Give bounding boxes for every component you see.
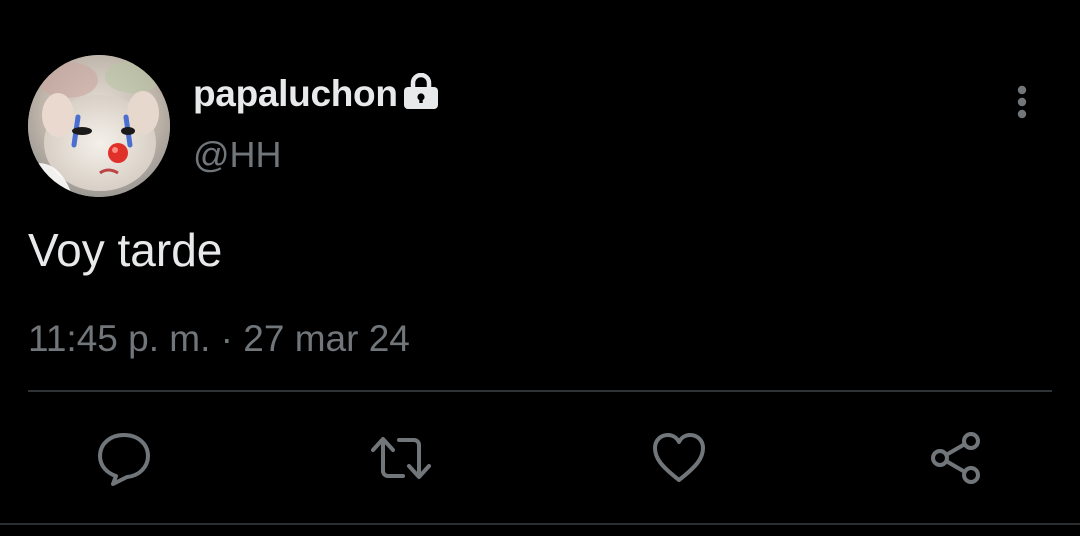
tweet-timestamp[interactable]: 11:45 p. m. · 27 mar 24 (28, 316, 410, 362)
tweet-time: 11:45 p. m. (28, 318, 211, 359)
author-display-name[interactable]: papaluchon (193, 72, 398, 116)
like-button[interactable] (649, 428, 709, 488)
retweet-icon (371, 437, 431, 479)
lock-icon (402, 72, 440, 109)
heart-icon (653, 433, 705, 482)
author-handle[interactable]: @HH (193, 134, 282, 176)
more-options-button[interactable] (1006, 82, 1038, 124)
speech-bubble-icon (98, 433, 150, 486)
reply-button[interactable] (94, 428, 154, 488)
divider (28, 390, 1052, 392)
retweet-button[interactable] (369, 428, 431, 488)
share-icon (931, 432, 980, 484)
share-button[interactable] (926, 428, 986, 488)
avatar[interactable] (28, 55, 170, 197)
vertical-dots-icon (1017, 85, 1027, 119)
bottom-divider (0, 523, 1080, 525)
timestamp-separator: · (210, 318, 244, 359)
tweet-detail: papaluchon @HH Voy tarde 11:45 p. m. · 2… (0, 0, 1080, 536)
tweet-text: Voy tarde (28, 224, 223, 276)
tweet-date: 27 mar 24 (243, 318, 410, 359)
